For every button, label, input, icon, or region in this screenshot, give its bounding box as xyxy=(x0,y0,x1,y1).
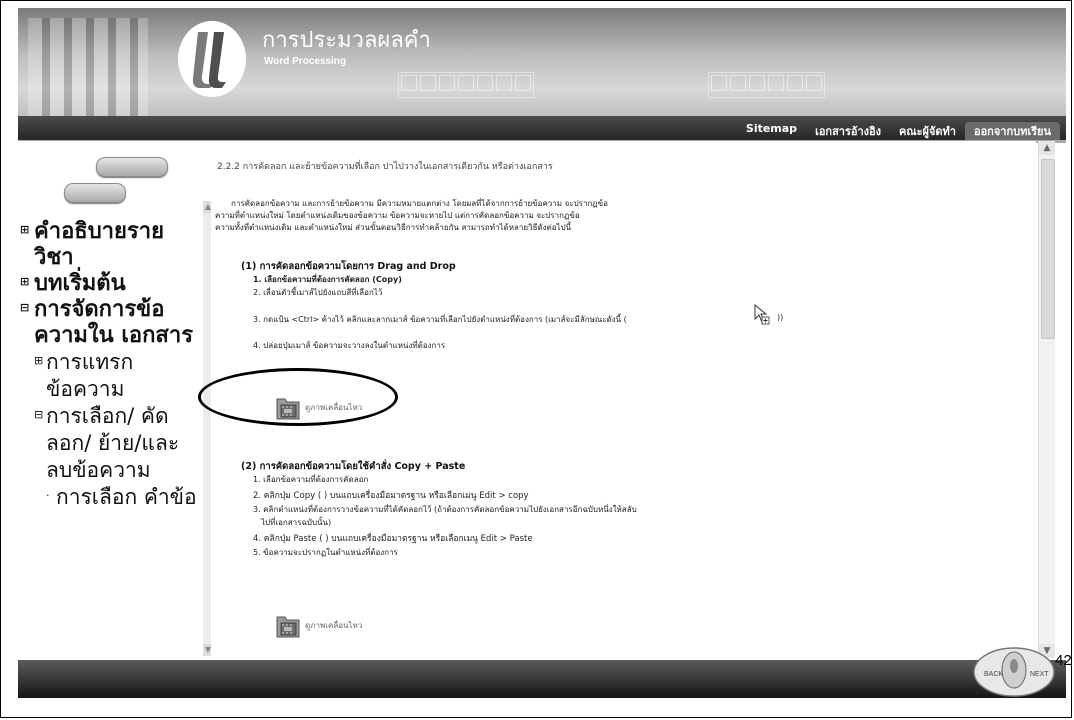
part2-step-4: 4. คลิกปุ่ม Paste ( ) บนแถบเครื่องมือมาต… xyxy=(253,534,533,544)
intro-line-3: ความทั้งที่ตำแหน่งเดิม และตำแหน่งใหม่ ส่… xyxy=(215,223,572,232)
sidebar-item-select-copy-move-delete[interactable]: ⊟ การเลือก/ คัดลอก/ ย้าย/และ ลบข้อความ xyxy=(34,403,206,484)
app-title: การประมวลผลคำ xyxy=(262,28,431,53)
part2-step-2: 2. คลิกปุ่ม Copy ( ) บนแถบเครื่องมือมาตร… xyxy=(253,491,529,501)
sidebar-item-label: คำอธิบายราย วิชา xyxy=(34,219,164,270)
animation-link-label[interactable]: ดูภาพเคลื่อนไหว xyxy=(305,619,362,632)
part2-step-1: 1. เลือกข้อความที่ต้องการคัดลอก xyxy=(253,475,369,484)
collapse-icon[interactable]: ⊟ xyxy=(34,401,43,428)
sidebar-item-select-words[interactable]: · การเลือก คำข้อ xyxy=(34,484,206,511)
expand-icon[interactable]: ⊞ xyxy=(34,347,43,374)
ghost-toolbar-right xyxy=(708,72,825,98)
bullet-icon: · xyxy=(46,489,50,502)
sidebar-item-insert-text[interactable]: ⊞ การแทรก ข้อความ xyxy=(34,349,206,403)
copy-cursor-icon xyxy=(754,303,770,325)
scroll-thumb[interactable] xyxy=(1041,159,1055,339)
nav-link-exit[interactable]: ออกจากบทเรียน xyxy=(964,122,1060,140)
top-navbar: Sitemap เอกสารอ้างอิง คณะผู้จัดทำ ออกจาก… xyxy=(18,116,1066,140)
content-scrollbar[interactable]: ▲ ▼ xyxy=(1038,141,1055,658)
sidebar-menu: ⊞ คำอธิบายราย วิชา ⊞ บทเริ่มต้น ⊟ การจัด… xyxy=(20,219,206,511)
section-title: 2.2.2 การคัดลอก และย้ายข้อความที่เลือก ป… xyxy=(217,162,553,172)
sidebar-item-introduction[interactable]: ⊞ บทเริ่มต้น xyxy=(20,271,206,297)
animation-link-2[interactable]: ดูภาพเคลื่อนไหว xyxy=(275,611,362,639)
pillars-image xyxy=(28,18,148,128)
part2-heading: (2) การคัดลอกข้อความโดยใช้คำสั่ง Copy + … xyxy=(241,461,466,472)
sidebar-pill-button-1[interactable] xyxy=(96,157,168,177)
back-button[interactable]: BACK xyxy=(984,671,1003,678)
page-number: 42 xyxy=(1055,652,1072,669)
part2-step-3-cont: ไปที่เอกสารฉบับนั้น) xyxy=(261,518,332,527)
part1-heading: (1) การคัดลอกข้อความโดยการ Drag and Drop xyxy=(241,261,456,272)
expand-icon[interactable]: ⊞ xyxy=(20,217,29,243)
sidebar-item-label: การเลือก/ คัดลอก/ ย้าย/และ ลบข้อความ xyxy=(46,404,180,482)
part1-step-4: 4. ปล่อยปุ่มเมาส์ ข้อความจะวางลงในตำแหน่… xyxy=(253,341,446,350)
nav-link-authors[interactable]: คณะผู้จัดทำ xyxy=(890,122,965,140)
app-window: ......... ......... ...... การประมวลผลคำ… xyxy=(18,8,1066,698)
footer-bar xyxy=(18,660,1066,698)
logo-icon xyxy=(178,21,246,97)
nav-link-references[interactable]: เอกสารอ้างอิง xyxy=(806,122,890,140)
collapse-icon[interactable]: ⊟ xyxy=(20,295,29,321)
sidebar-item-label: บทเริ่มต้น xyxy=(34,271,126,296)
sidebar: ▲ ▼ ⊞ คำอธิบายราย วิชา ⊞ บทเริ่มต้น ⊟ กา… xyxy=(18,141,213,658)
sidebar-item-label: การแทรก ข้อความ xyxy=(46,350,134,401)
mouse-navigation-icon: BACK NEXT xyxy=(973,647,1055,697)
scroll-up-icon[interactable]: ▲ xyxy=(1039,141,1055,155)
part2-step-5: 5. ข้อความจะปรากฏในตำแหน่งที่ต้องการ xyxy=(253,548,398,557)
expand-icon[interactable]: ⊞ xyxy=(20,269,29,295)
sidebar-item-label: การเลือก คำข้อ xyxy=(56,485,197,509)
next-button[interactable]: NEXT xyxy=(1030,671,1049,678)
sidebar-item-course-description[interactable]: ⊞ คำอธิบายราย วิชา xyxy=(20,219,206,271)
app-subtitle: Word Processing xyxy=(264,56,347,67)
sidebar-item-label: การจัดการข้อ ความใน เอกสาร xyxy=(34,297,194,348)
part1-step-2: 2. เลื่อนตัวชี้เมาส์ไปยังแถบสีที่เลือกไว… xyxy=(253,288,383,297)
ghost-toolbar xyxy=(398,72,534,98)
highlight-ellipse xyxy=(198,368,398,426)
nav-link-sitemap[interactable]: Sitemap xyxy=(737,122,806,140)
part1-step-1: 1. เลือกข้อความที่ต้องการคัดลอก (Copy) xyxy=(253,275,402,284)
part2-step-3: 3. คลิกตำแหน่งที่ต้องการวางข้อความที่ได้… xyxy=(253,505,637,514)
film-folder-icon xyxy=(276,616,300,638)
header-banner: ......... ......... ...... การประมวลผลคำ… xyxy=(18,8,1066,143)
sidebar-item-document-text-management[interactable]: ⊟ การจัดการข้อ ความใน เอกสาร xyxy=(20,297,206,349)
sidebar-pill-button-2[interactable] xyxy=(64,183,126,203)
part1-step-3-tail: )) xyxy=(777,313,784,322)
part1-step-3: 3. กดแป้น <Ctrl> ค้างไว้ คลิกและลากเมาส์… xyxy=(253,315,627,324)
